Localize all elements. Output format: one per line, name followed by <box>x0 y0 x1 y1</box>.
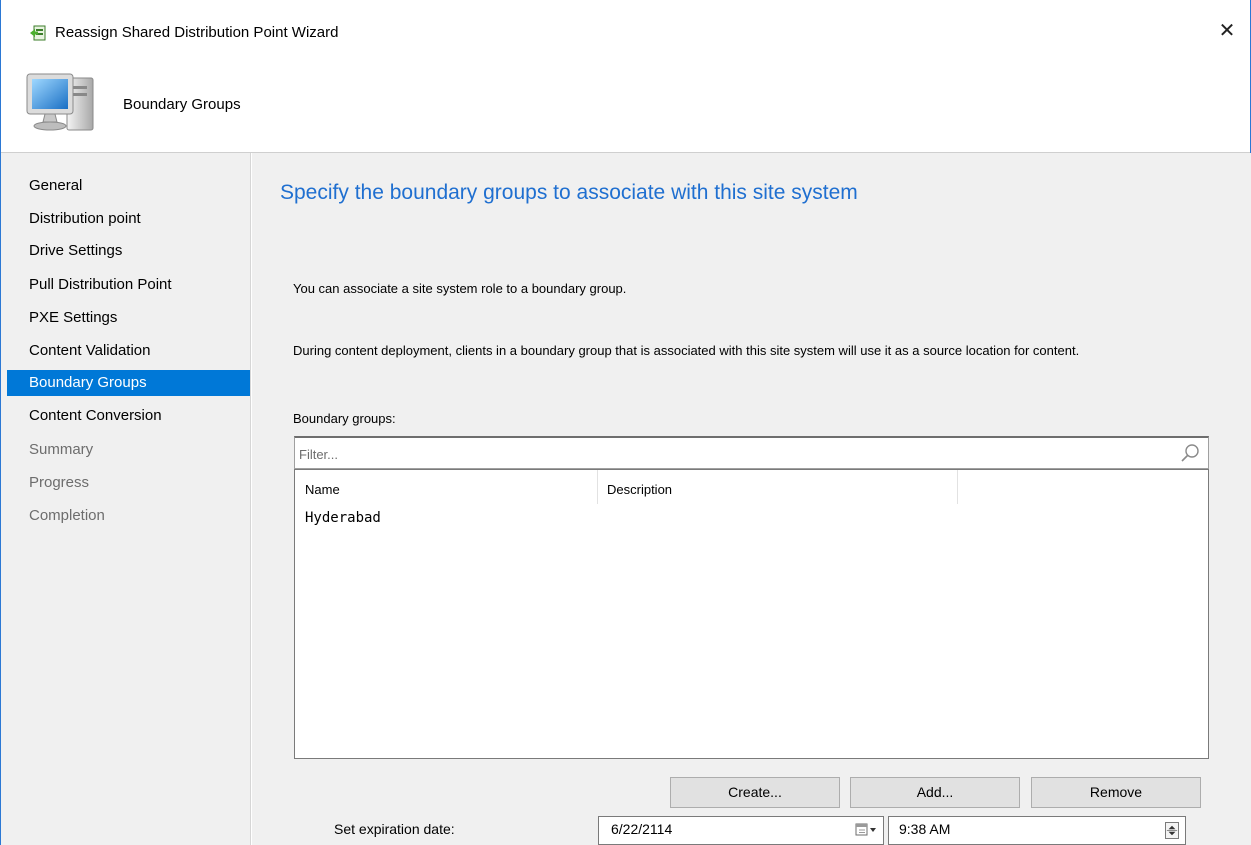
remove-button[interactable]: Remove <box>1031 777 1201 808</box>
expiration-date-picker[interactable]: 6/22/2114 <box>598 816 884 845</box>
details-text: During content deployment, clients in a … <box>293 343 1080 358</box>
nav-item-completion: Completion <box>29 507 105 524</box>
table-row[interactable]: Hyderabad <box>295 510 1208 532</box>
computer-icon <box>26 73 94 131</box>
filter-box <box>294 436 1209 469</box>
nav-item-pxe-settings[interactable]: PXE Settings <box>7 305 250 331</box>
calendar-dropdown-icon[interactable] <box>855 821 879 839</box>
create-button[interactable]: Create... <box>670 777 840 808</box>
column-header-name[interactable]: Name <box>295 470 597 504</box>
nav-item-content-conversion[interactable]: Content Conversion <box>7 403 250 429</box>
page-title: Boundary Groups <box>123 96 241 113</box>
close-button[interactable]: ✕ <box>1212 18 1242 44</box>
nav-item-content-validation[interactable]: Content Validation <box>7 338 250 364</box>
nav-item-summary: Summary <box>29 441 94 458</box>
wizard-content: Specify the boundary groups to associate… <box>252 153 1251 845</box>
content-heading: Specify the boundary groups to associate… <box>280 181 858 204</box>
expiration-label: Set expiration date: <box>334 821 455 837</box>
title-bar: Reassign Shared Distribution Point Wizar… <box>1 0 1250 42</box>
search-icon[interactable] <box>1180 443 1200 463</box>
row-name-cell: Hyderabad <box>305 510 381 526</box>
column-header-description[interactable]: Description <box>597 470 957 504</box>
expiration-date-value: 6/22/2114 <box>611 821 673 837</box>
nav-item-progress: Progress <box>29 474 90 491</box>
nav-item-general[interactable]: General <box>7 173 250 199</box>
boundary-groups-list: Name Description Hyderabad <box>294 469 1209 759</box>
expiration-time-picker[interactable]: 9:38 AM <box>888 816 1186 845</box>
filter-input[interactable] <box>299 442 1159 466</box>
nav-item-drive-settings[interactable]: Drive Settings <box>7 238 250 264</box>
wizard-window: Reassign Shared Distribution Point Wizar… <box>0 0 1251 845</box>
list-header: Name Description <box>295 470 1208 504</box>
close-icon: ✕ <box>1218 20 1236 42</box>
expiration-time-value: 9:38 AM <box>899 821 951 837</box>
nav-item-pull-distribution-point[interactable]: Pull Distribution Point <box>7 272 250 298</box>
boundary-groups-label: Boundary groups: <box>293 411 396 426</box>
add-button[interactable]: Add... <box>850 777 1020 808</box>
column-separator[interactable] <box>957 470 958 504</box>
nav-item-distribution-point[interactable]: Distribution point <box>7 206 250 232</box>
nav-item-boundary-groups[interactable]: Boundary Groups <box>7 370 250 396</box>
intro-text: You can associate a site system role to … <box>293 281 627 296</box>
wizard-app-icon <box>30 25 46 41</box>
window-title: Reassign Shared Distribution Point Wizar… <box>55 24 339 41</box>
wizard-header: Boundary Groups <box>1 52 1250 152</box>
wizard-step-nav: General Distribution point Drive Setting… <box>1 153 251 845</box>
time-spinner-icon[interactable] <box>1165 822 1179 839</box>
